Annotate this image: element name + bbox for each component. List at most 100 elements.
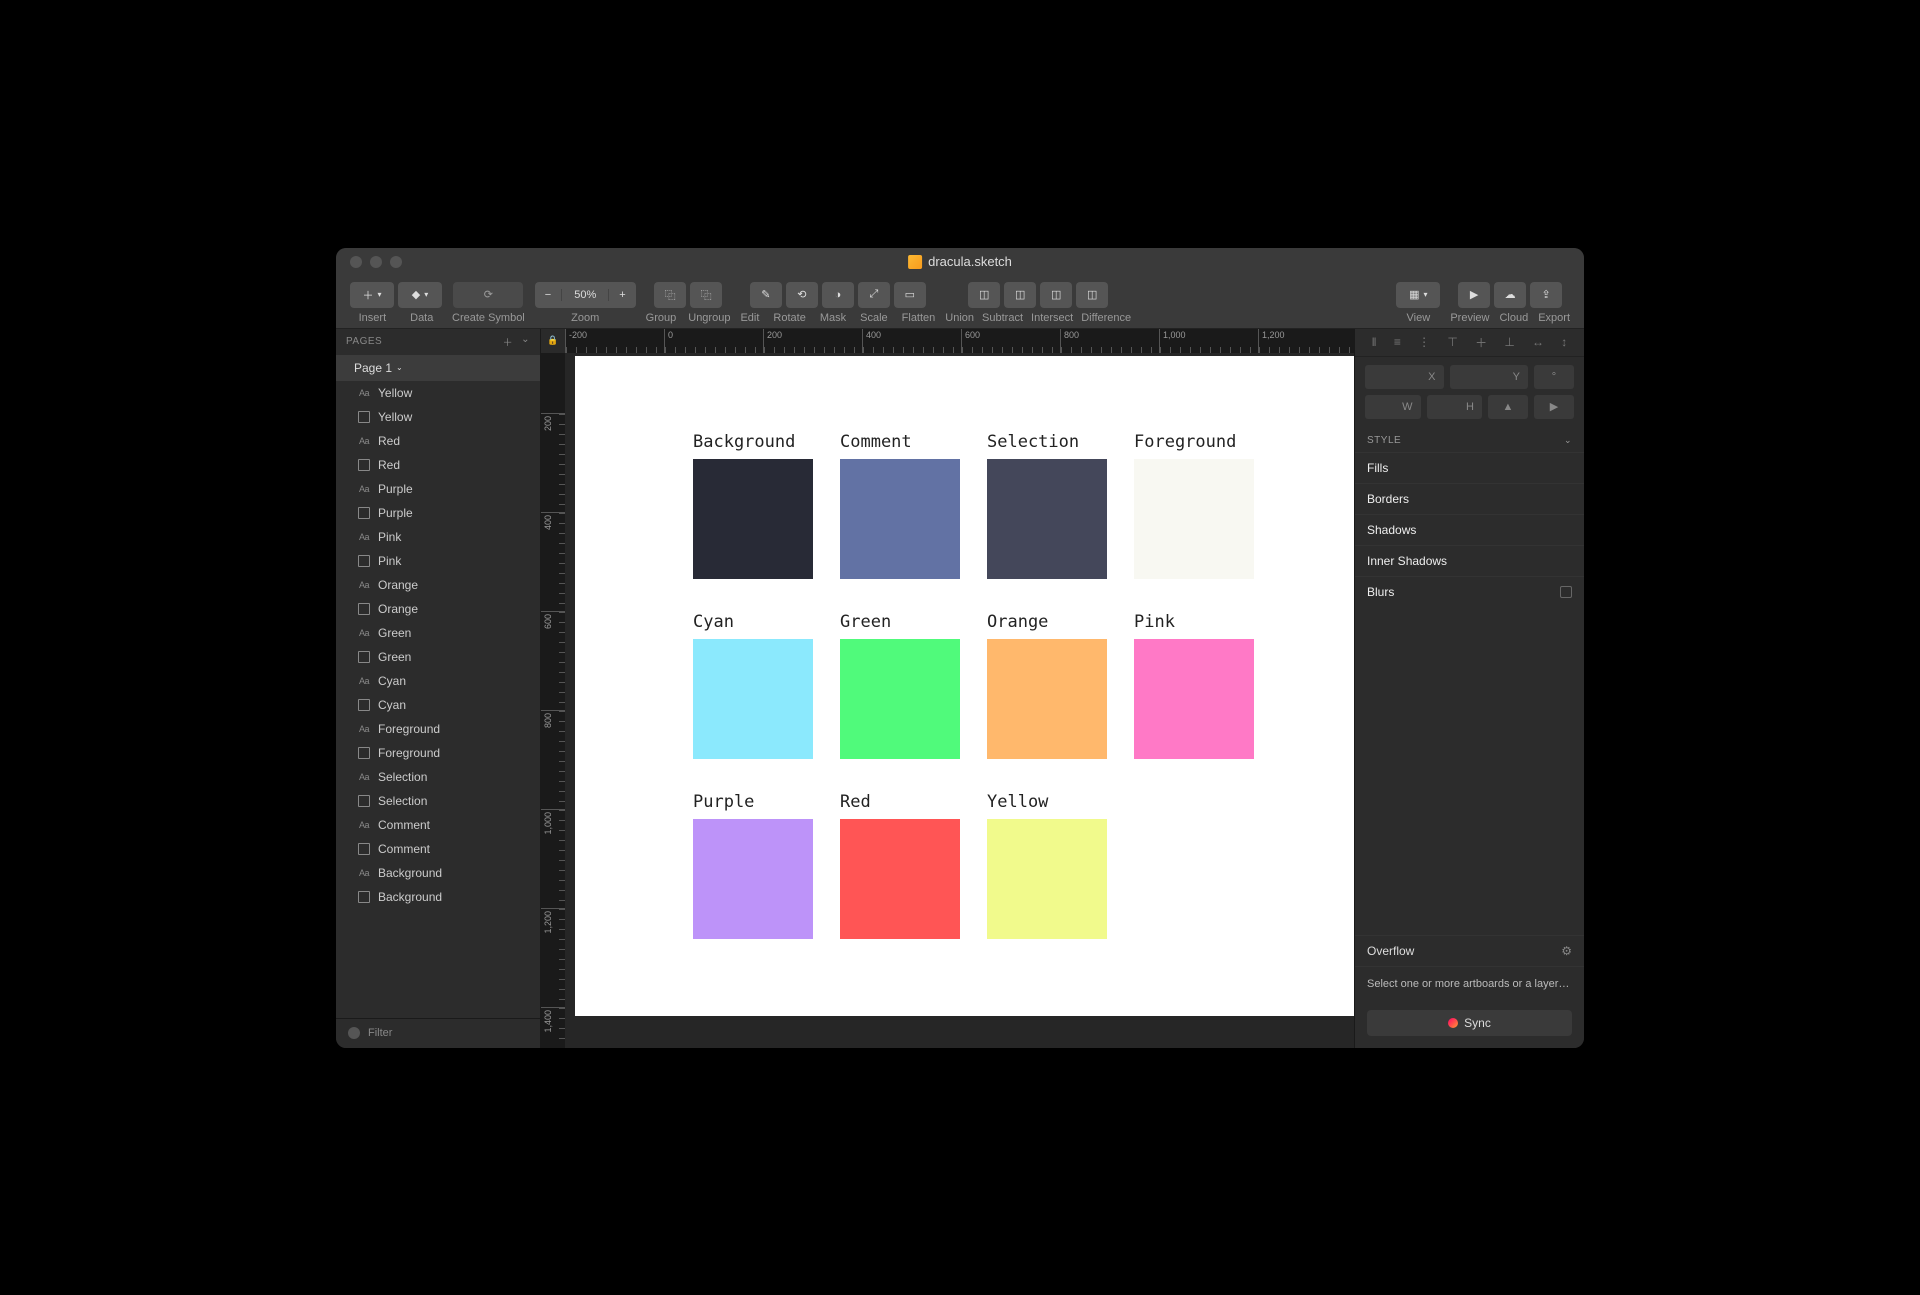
- minimize-icon[interactable]: [370, 256, 382, 268]
- close-icon[interactable]: [350, 256, 362, 268]
- edit-button[interactable]: ✎: [750, 282, 782, 308]
- view-button[interactable]: ▦▾: [1396, 282, 1440, 308]
- y-field[interactable]: Y: [1450, 365, 1529, 389]
- layer-item[interactable]: Yellow: [336, 381, 540, 405]
- gear-icon[interactable]: ⚙: [1561, 944, 1572, 958]
- sync-button[interactable]: Sync: [1367, 1010, 1572, 1036]
- export-button[interactable]: ⇪: [1530, 282, 1562, 308]
- swatch-box[interactable]: [987, 639, 1107, 759]
- preview-button[interactable]: ▶: [1458, 282, 1490, 308]
- align-left-icon[interactable]: ‖: [1372, 335, 1377, 349]
- align-top-icon[interactable]: ⊤: [1447, 335, 1457, 349]
- layer-item[interactable]: Cyan: [336, 669, 540, 693]
- swatch-cell[interactable]: Orange: [987, 612, 1107, 759]
- blurs-section[interactable]: Blurs: [1355, 576, 1584, 607]
- layer-item[interactable]: Background: [336, 861, 540, 885]
- layer-item[interactable]: Comment: [336, 837, 540, 861]
- subtract-button[interactable]: ◫: [1004, 282, 1036, 308]
- data-button[interactable]: ◆▾: [398, 282, 442, 308]
- ruler-origin[interactable]: 🔒: [541, 329, 565, 353]
- overflow-row[interactable]: Overflow ⚙: [1355, 935, 1584, 966]
- swatch-cell[interactable]: Yellow: [987, 792, 1107, 939]
- viewport[interactable]: BackgroundCommentSelectionForeground Cyan…: [565, 353, 1354, 1048]
- swatch-cell[interactable]: Green: [840, 612, 960, 759]
- zoom-out-button[interactable]: −: [535, 289, 561, 301]
- swatch-box[interactable]: [987, 819, 1107, 939]
- intersect-button[interactable]: ◫: [1040, 282, 1072, 308]
- layer-item[interactable]: Yellow: [336, 405, 540, 429]
- group-button[interactable]: ⿻: [654, 282, 686, 308]
- flip-v-icon[interactable]: ▶: [1534, 395, 1574, 419]
- add-page-icon[interactable]: ＋: [503, 334, 514, 349]
- rotation-field[interactable]: °: [1534, 365, 1574, 389]
- layer-item[interactable]: Pink: [336, 525, 540, 549]
- style-header[interactable]: STYLE ⌄: [1355, 429, 1584, 452]
- layer-item[interactable]: Red: [336, 453, 540, 477]
- swatch-box[interactable]: [840, 639, 960, 759]
- distribute-v-icon[interactable]: ↕: [1561, 335, 1567, 349]
- align-right-icon[interactable]: ⋮: [1418, 335, 1430, 349]
- swatch-cell[interactable]: Selection: [987, 432, 1107, 579]
- swatch-box[interactable]: [693, 639, 813, 759]
- inner-shadows-section[interactable]: Inner Shadows: [1355, 545, 1584, 576]
- swatch-cell[interactable]: Red: [840, 792, 960, 939]
- layer-item[interactable]: Background: [336, 885, 540, 909]
- layer-item[interactable]: Red: [336, 429, 540, 453]
- swatch-cell[interactable]: Pink: [1134, 612, 1254, 759]
- swatch-box[interactable]: [987, 459, 1107, 579]
- swatch-cell[interactable]: Purple: [693, 792, 813, 939]
- collapse-pages-icon[interactable]: ⌄: [521, 334, 530, 349]
- w-field[interactable]: W: [1365, 395, 1421, 419]
- borders-section[interactable]: Borders: [1355, 483, 1584, 514]
- swatch-box[interactable]: [1134, 639, 1254, 759]
- swatch-box[interactable]: [1134, 459, 1254, 579]
- union-button[interactable]: ◫: [968, 282, 1000, 308]
- filter-bar[interactable]: Filter: [336, 1018, 540, 1048]
- layer-item[interactable]: Selection: [336, 789, 540, 813]
- rotate-button[interactable]: ⟲: [786, 282, 818, 308]
- mask-button[interactable]: ◑: [822, 282, 854, 308]
- layer-item[interactable]: Green: [336, 621, 540, 645]
- flip-h-icon[interactable]: ▲: [1488, 395, 1528, 419]
- ungroup-button[interactable]: ⿻: [690, 282, 722, 308]
- create-symbol-button[interactable]: ⟳: [453, 282, 523, 308]
- layer-item[interactable]: Orange: [336, 597, 540, 621]
- cloud-button[interactable]: ☁: [1494, 282, 1526, 308]
- layer-item[interactable]: Pink: [336, 549, 540, 573]
- layer-item[interactable]: Purple: [336, 477, 540, 501]
- canvas[interactable]: 🔒 -20002004006008001,0001,200 2004006008…: [541, 329, 1354, 1048]
- insert-button[interactable]: ＋▾: [350, 282, 394, 308]
- fills-section[interactable]: Fills: [1355, 452, 1584, 483]
- swatch-cell[interactable]: Foreground: [1134, 432, 1254, 579]
- layer-item[interactable]: Orange: [336, 573, 540, 597]
- h-field[interactable]: H: [1427, 395, 1483, 419]
- difference-button[interactable]: ◫: [1076, 282, 1108, 308]
- swatch-box[interactable]: [840, 459, 960, 579]
- layer-item[interactable]: Purple: [336, 501, 540, 525]
- zoom-in-button[interactable]: +: [609, 289, 635, 301]
- shadows-section[interactable]: Shadows: [1355, 514, 1584, 545]
- layer-item[interactable]: Foreground: [336, 717, 540, 741]
- blurs-checkbox[interactable]: [1560, 586, 1572, 598]
- swatch-cell[interactable]: Background: [693, 432, 813, 579]
- x-field[interactable]: X: [1365, 365, 1444, 389]
- layer-item[interactable]: Selection: [336, 765, 540, 789]
- zoom-control[interactable]: − 50% +: [535, 282, 636, 308]
- align-center-h-icon[interactable]: ≡: [1394, 335, 1401, 349]
- swatch-cell[interactable]: Cyan: [693, 612, 813, 759]
- swatch-box[interactable]: [693, 459, 813, 579]
- swatch-box[interactable]: [840, 819, 960, 939]
- artboard[interactable]: BackgroundCommentSelectionForeground Cyan…: [575, 356, 1354, 1016]
- zoom-value[interactable]: 50%: [561, 289, 609, 301]
- align-middle-icon[interactable]: ＋: [1475, 334, 1487, 351]
- filter-input[interactable]: Filter: [368, 1027, 392, 1039]
- align-bottom-icon[interactable]: ⊥: [1504, 335, 1514, 349]
- layer-item[interactable]: Cyan: [336, 693, 540, 717]
- swatch-box[interactable]: [693, 819, 813, 939]
- layer-item[interactable]: Comment: [336, 813, 540, 837]
- swatch-cell[interactable]: Comment: [840, 432, 960, 579]
- layer-item[interactable]: Foreground: [336, 741, 540, 765]
- layer-item[interactable]: Green: [336, 645, 540, 669]
- zoom-window-icon[interactable]: [390, 256, 402, 268]
- flatten-button[interactable]: ▭: [894, 282, 926, 308]
